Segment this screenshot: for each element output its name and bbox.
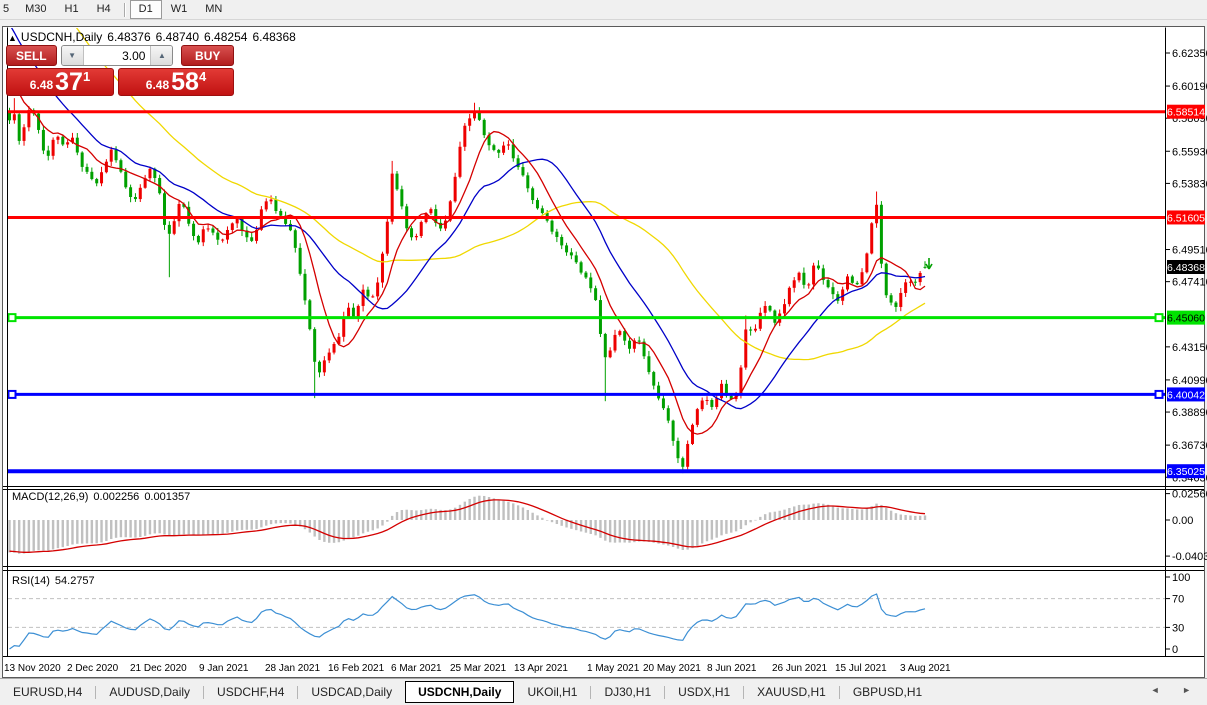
date-label: 16 Feb 2021	[328, 663, 385, 674]
rsi-name: RSI(14)	[12, 575, 50, 587]
price-tick-6.43150: 6.43150	[1172, 342, 1207, 354]
buy-button[interactable]: BUY	[181, 45, 234, 66]
tab-usdx-h1[interactable]: USDX,H1	[665, 681, 743, 703]
timeframe-button-mn[interactable]: MN	[196, 0, 231, 19]
macd-tick--0.04038: -0.04038	[1172, 551, 1207, 563]
rsi-tick-30: 30	[1172, 622, 1184, 634]
price-tick-6.36730: 6.36730	[1172, 440, 1207, 452]
sell-price-big: 37	[55, 70, 83, 94]
sell-button[interactable]: SELL	[6, 45, 57, 66]
one-click-trading-panel: SELL ▼ 3.00 ▲ BUY 6.48371 6.48584	[6, 45, 234, 96]
macd-label: MACD(12,26,9) 0.002256 0.001357	[12, 491, 195, 503]
tab-usdchf-h4[interactable]: USDCHF,H4	[204, 681, 297, 703]
date-label: 8 Jun 2021	[707, 663, 757, 674]
one-click-trading-toggle-icon[interactable]: ▲	[8, 33, 17, 43]
volume-decrease-button[interactable]: ▼	[62, 46, 84, 65]
date-label: 2 Dec 2020	[67, 663, 119, 674]
hline-marker[interactable]	[9, 314, 16, 321]
timeframe-button-d1[interactable]: D1	[130, 0, 162, 19]
spinner-down-icon: ▼	[68, 51, 76, 60]
rsi-tick-0: 0	[1172, 644, 1178, 656]
date-label: 26 Jun 2021	[772, 663, 827, 674]
price-tick-6.55930: 6.55930	[1172, 146, 1207, 158]
hline-marker[interactable]	[1156, 391, 1163, 398]
date-label: 25 Mar 2021	[450, 663, 507, 674]
timeframe-button-5[interactable]: 5	[0, 0, 16, 19]
timeframe-toolbar: 5M30H1H4 D1W1MN	[0, 0, 1207, 20]
price-label-6.40042: 6.40042	[1167, 389, 1205, 401]
price-label-6.35025: 6.35025	[1167, 466, 1205, 478]
ohlc-low: 6.48254	[204, 30, 247, 44]
volume-increase-button[interactable]: ▲	[150, 46, 172, 65]
price-label-6.51605: 6.51605	[1167, 212, 1205, 224]
price-tick-6.49510: 6.49510	[1172, 245, 1207, 257]
hline-marker[interactable]	[1156, 314, 1163, 321]
date-label: 28 Jan 2021	[265, 663, 320, 674]
macd-tick-0.025609: 0.025609	[1172, 489, 1207, 501]
symbol-tab-bar: EURUSD,H4AUDUSD,DailyUSDCHF,H4USDCAD,Dai…	[0, 678, 1207, 705]
tab-scroll-arrows[interactable]: ◄ ►	[1151, 685, 1201, 695]
chart-canvas[interactable]: 6.623506.601906.580906.559306.538306.495…	[0, 0, 1207, 705]
timeframe-button-m30[interactable]: M30	[16, 0, 55, 19]
chart-symbol: USDCNH,Daily	[21, 30, 102, 44]
price-label-6.45060: 6.45060	[1167, 313, 1205, 325]
date-label: 1 May 2021	[587, 663, 640, 674]
tab-xauusd-h1[interactable]: XAUUSD,H1	[744, 681, 839, 703]
volume-spinner: ▼ 3.00 ▲	[61, 45, 174, 66]
sell-price-sup: 1	[83, 69, 90, 84]
tab-gbpusd-h1[interactable]: GBPUSD,H1	[840, 681, 935, 703]
date-label: 13 Apr 2021	[514, 663, 568, 674]
tab-eurusd-h4[interactable]: EURUSD,H4	[0, 681, 95, 703]
ohlc-open: 6.48376	[107, 30, 150, 44]
price-tick-6.60190: 6.60190	[1172, 81, 1207, 93]
rsi-value: 54.2757	[55, 575, 95, 587]
price-label-6.48368: 6.48368	[1167, 262, 1205, 274]
timeframe-button-h4[interactable]: H4	[88, 0, 120, 19]
tab-audusd-daily[interactable]: AUDUSD,Daily	[96, 681, 203, 703]
hline-marker[interactable]	[9, 391, 16, 398]
date-label: 3 Aug 2021	[900, 663, 951, 674]
price-tick-6.47410: 6.47410	[1172, 277, 1207, 289]
tab-ukoil-h1[interactable]: UKOil,H1	[514, 681, 590, 703]
chart-title: ▲ USDCNH,Daily 6.48376 6.48740 6.48254 6.4836…	[8, 30, 296, 44]
buy-price-big: 58	[171, 70, 199, 94]
volume-input[interactable]: 3.00	[84, 46, 151, 65]
buy-price-prefix: 6.48	[146, 77, 169, 94]
date-label: 20 May 2021	[643, 663, 701, 674]
date-label: 13 Nov 2020	[4, 663, 61, 674]
date-label: 15 Jul 2021	[835, 663, 887, 674]
timeframe-button-w1[interactable]: W1	[162, 0, 197, 19]
price-tick-6.38890: 6.38890	[1172, 407, 1207, 419]
ohlc-close: 6.48368	[252, 30, 295, 44]
buy-price-sup: 4	[199, 69, 206, 84]
price-tick-6.62350: 6.62350	[1172, 48, 1207, 60]
tab-usdcnh-daily[interactable]: USDCNH,Daily	[405, 681, 514, 703]
rsi-tick-70: 70	[1172, 594, 1184, 606]
buy-price-button[interactable]: 6.48584	[118, 68, 234, 96]
price-tick-6.40990: 6.40990	[1172, 375, 1207, 387]
tab-usdcad-daily[interactable]: USDCAD,Daily	[298, 681, 405, 703]
spinner-up-icon: ▲	[158, 51, 166, 60]
sell-price-button[interactable]: 6.48371	[6, 68, 114, 96]
rsi-tick-100: 100	[1172, 572, 1190, 584]
macd-name: MACD(12,26,9)	[12, 491, 88, 503]
date-label: 9 Jan 2021	[199, 663, 249, 674]
timeframe-button-h1[interactable]: H1	[56, 0, 88, 19]
macd-value-2: 0.001357	[144, 491, 190, 503]
date-label: 6 Mar 2021	[391, 663, 442, 674]
date-label: 21 Dec 2020	[130, 663, 187, 674]
sell-price-prefix: 6.48	[30, 77, 53, 94]
price-tick-6.53830: 6.53830	[1172, 178, 1207, 190]
macd-value-1: 0.002256	[93, 491, 139, 503]
tab-dj30-h1[interactable]: DJ30,H1	[591, 681, 664, 703]
price-label-6.58514: 6.58514	[1167, 107, 1205, 119]
macd-tick-0.00: 0.00	[1172, 515, 1193, 527]
rsi-label: RSI(14) 54.2757	[12, 575, 100, 587]
ohlc-high: 6.48740	[156, 30, 199, 44]
toolbar-separator	[124, 3, 126, 17]
